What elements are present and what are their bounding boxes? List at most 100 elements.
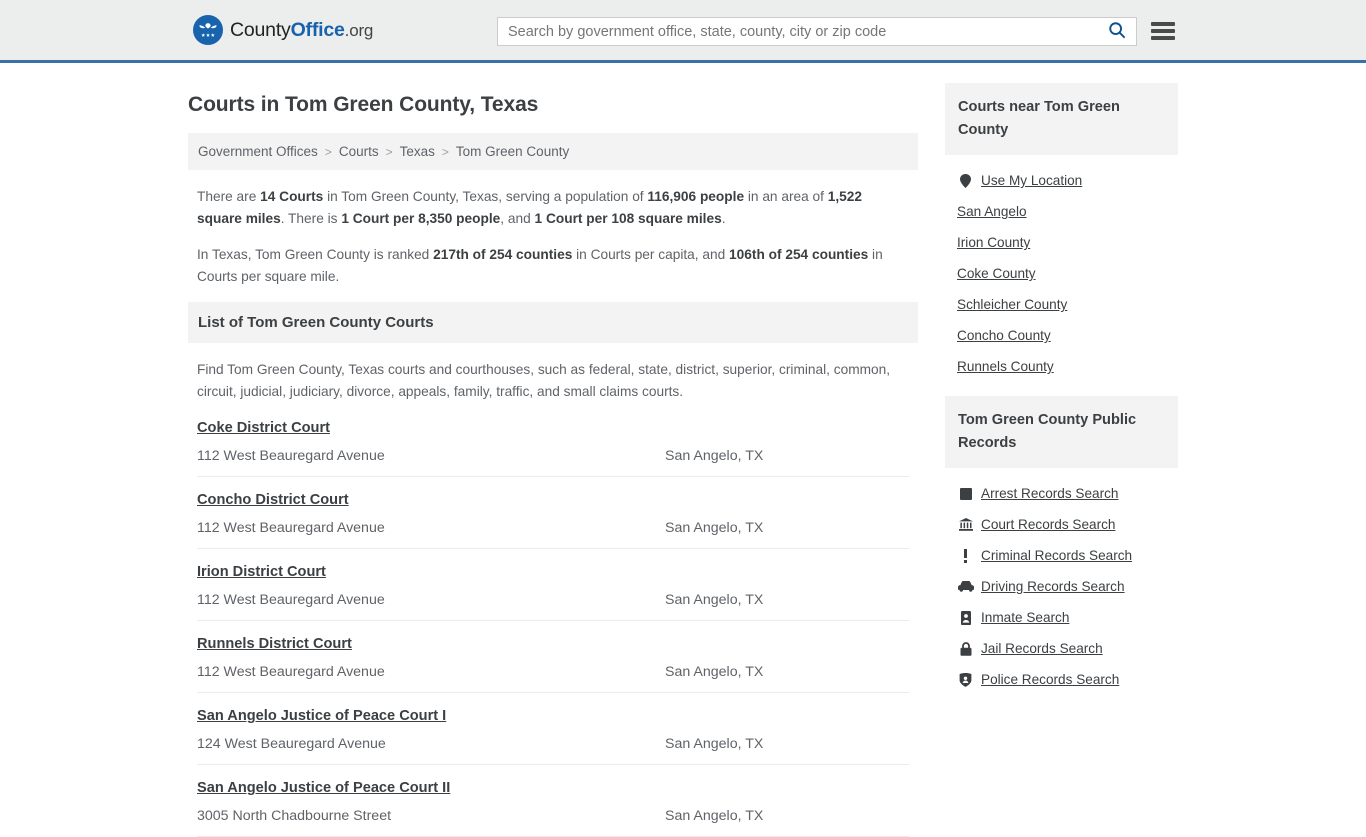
court-list: Coke District Court 112 West Beauregard A… (188, 409, 918, 837)
court-list-item: Irion District Court 112 West Beauregard … (197, 549, 909, 621)
nearby-court-link[interactable]: Runnels County (957, 359, 1054, 374)
site-logo[interactable]: CountyOffice.org (193, 15, 373, 45)
court-address: 112 West Beauregard Avenue (197, 664, 385, 680)
search-button[interactable] (1104, 21, 1136, 42)
court-name-link[interactable]: Concho District Court (197, 492, 349, 508)
nearby-court-link[interactable]: Coke County (957, 266, 1036, 281)
court-meta: 112 West Beauregard Avenue San Angelo, TX (197, 448, 909, 464)
court-address: 112 West Beauregard Avenue (197, 592, 385, 608)
court-meta: 124 West Beauregard Avenue San Angelo, TX (197, 736, 909, 752)
nearby-court-item[interactable]: Concho County (957, 320, 1178, 351)
nearby-court-item[interactable]: Irion County (957, 227, 1178, 258)
stat-text: In Texas, Tom Green County is ranked (197, 247, 434, 262)
public-record-item[interactable]: Arrest Records Search (957, 478, 1178, 509)
hamburger-bar (1151, 29, 1175, 33)
nearby-court-item[interactable]: Runnels County (957, 351, 1178, 382)
exclamation-icon (957, 548, 974, 563)
stat-value: 1 Court per 8,350 people (341, 211, 501, 226)
magnifier-icon (1108, 21, 1126, 42)
nearby-court-link[interactable]: San Angelo (957, 204, 1027, 219)
breadcrumb-separator: > (385, 144, 393, 159)
court-list-item: San Angelo Justice of Peace Court I 124 W… (197, 693, 909, 765)
stat-text: , and (500, 211, 535, 226)
stat-value: 217th of 254 counties (433, 247, 573, 262)
nearby-court-item[interactable]: Schleicher County (957, 289, 1178, 320)
statistics-block: There are 14 Courts in Tom Green County,… (188, 170, 918, 288)
fingerprint-icon (957, 487, 974, 500)
court-city: San Angelo, TX (665, 808, 764, 824)
main-content: Courts in Tom Green County, Texas Govern… (188, 83, 918, 837)
court-city: San Angelo, TX (665, 520, 764, 536)
public-record-link[interactable]: Arrest Records Search (981, 486, 1119, 501)
stat-value: 116,906 people (647, 189, 745, 204)
stat-text: There are (197, 189, 261, 204)
court-name-link[interactable]: Irion District Court (197, 564, 326, 580)
court-list-item: Runnels District Court 112 West Beauregar… (197, 621, 909, 693)
site-header: CountyOffice.org (0, 0, 1366, 63)
stat-value: 106th of 254 counties (729, 247, 869, 262)
logo-wordmark: CountyOffice.org (230, 19, 373, 42)
court-meta: 112 West Beauregard Avenue San Angelo, TX (197, 664, 909, 680)
stats-paragraph-2: In Texas, Tom Green County is ranked 217… (197, 244, 909, 288)
nearby-court-item[interactable]: Coke County (957, 258, 1178, 289)
logo-text-county: County (230, 18, 291, 41)
court-name-link[interactable]: Runnels District Court (197, 636, 352, 652)
page-body: Courts in Tom Green County, Texas Govern… (0, 63, 1366, 837)
breadcrumb-item[interactable]: Government Offices (198, 144, 318, 159)
stat-text: in an area of (744, 189, 828, 204)
public-record-link[interactable]: Criminal Records Search (981, 548, 1132, 563)
court-meta: 112 West Beauregard Avenue San Angelo, TX (197, 592, 909, 608)
public-record-link[interactable]: Jail Records Search (981, 641, 1103, 656)
search-bar (497, 17, 1137, 46)
nearby-court-item[interactable]: San Angelo (957, 196, 1178, 227)
eagle-seal-icon (193, 15, 223, 45)
court-name-link[interactable]: Coke District Court (197, 420, 330, 436)
search-input[interactable] (498, 18, 1104, 45)
public-record-link[interactable]: Inmate Search (981, 610, 1069, 625)
nearby-court-link[interactable]: Schleicher County (957, 297, 1067, 312)
court-city: San Angelo, TX (665, 448, 764, 464)
nearby-courts-heading: Courts near Tom Green County (945, 83, 1178, 155)
court-city: San Angelo, TX (665, 592, 764, 608)
stat-text: in Tom Green County, Texas, serving a po… (323, 189, 648, 204)
court-meta: 3005 North Chadbourne Street San Angelo, … (197, 808, 909, 824)
nearby-court-link[interactable]: Concho County (957, 328, 1051, 343)
court-address: 112 West Beauregard Avenue (197, 520, 385, 536)
nearby-court-link[interactable]: Irion County (957, 235, 1030, 250)
court-meta: 112 West Beauregard Avenue San Angelo, TX (197, 520, 909, 536)
sidebar: Courts near Tom Green County Use My Loca… (945, 83, 1178, 837)
public-record-item[interactable]: Jail Records Search (957, 633, 1178, 664)
public-record-item[interactable]: Court Records Search (957, 509, 1178, 540)
nearby-court-item[interactable]: Use My Location (957, 165, 1178, 196)
hamburger-bar (1151, 22, 1175, 26)
breadcrumb-separator: > (441, 144, 449, 159)
breadcrumb-item[interactable]: Courts (339, 144, 379, 159)
public-record-link[interactable]: Police Records Search (981, 672, 1119, 687)
breadcrumb-item[interactable]: Texas (400, 144, 435, 159)
public-records-heading: Tom Green County Public Records (945, 396, 1178, 468)
list-section-heading: List of Tom Green County Courts (188, 302, 918, 343)
public-record-item[interactable]: Driving Records Search (957, 571, 1178, 602)
public-records-list: Arrest Records Search Court Records Searc… (945, 468, 1178, 699)
court-name-link[interactable]: San Angelo Justice of Peace Court I (197, 708, 446, 724)
logo-text-tld: .org (344, 20, 374, 40)
public-record-link[interactable]: Driving Records Search (981, 579, 1125, 594)
nearby-court-link[interactable]: Use My Location (981, 173, 1082, 188)
courthouse-icon (957, 518, 974, 531)
padlock-icon (957, 641, 974, 656)
breadcrumb-separator: > (324, 144, 332, 159)
public-records-panel: Tom Green County Public Records Arrest R… (945, 396, 1178, 699)
public-record-item[interactable]: Inmate Search (957, 602, 1178, 633)
stat-text: . There is (280, 211, 342, 226)
public-record-item[interactable]: Criminal Records Search (957, 540, 1178, 571)
court-address: 3005 North Chadbourne Street (197, 808, 392, 824)
list-section-description: Find Tom Green County, Texas courts and … (197, 362, 891, 399)
breadcrumb-item: Tom Green County (455, 144, 570, 159)
public-record-item[interactable]: Police Records Search (957, 664, 1178, 695)
hamburger-menu-icon[interactable] (1151, 19, 1175, 43)
court-list-item: San Angelo Justice of Peace Court II 3005… (197, 765, 909, 837)
map-pin-icon (957, 173, 974, 188)
court-city: San Angelo, TX (665, 664, 764, 680)
court-name-link[interactable]: San Angelo Justice of Peace Court II (197, 780, 450, 796)
public-record-link[interactable]: Court Records Search (981, 517, 1115, 532)
